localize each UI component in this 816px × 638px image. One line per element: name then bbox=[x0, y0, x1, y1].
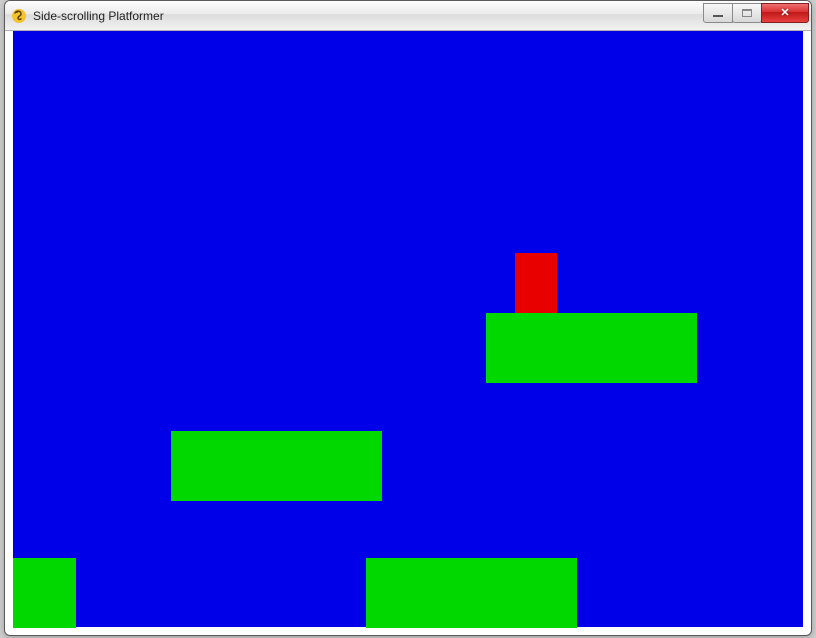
minimize-button[interactable] bbox=[703, 3, 733, 23]
player-sprite bbox=[515, 253, 557, 313]
platform bbox=[13, 558, 76, 628]
close-button[interactable]: ✕ bbox=[761, 3, 809, 23]
minimize-icon bbox=[713, 15, 723, 17]
platform bbox=[486, 313, 697, 383]
window-title: Side-scrolling Platformer bbox=[33, 9, 704, 23]
pygame-snake-icon bbox=[11, 8, 27, 24]
platform bbox=[366, 558, 577, 628]
maximize-icon bbox=[742, 9, 752, 17]
window-controls: ✕ bbox=[704, 3, 809, 23]
maximize-button[interactable] bbox=[732, 3, 762, 23]
close-icon: ✕ bbox=[780, 6, 789, 19]
app-window: Side-scrolling Platformer ✕ bbox=[4, 0, 812, 636]
game-canvas[interactable] bbox=[13, 31, 803, 627]
titlebar[interactable]: Side-scrolling Platformer ✕ bbox=[5, 1, 811, 31]
platform bbox=[171, 431, 382, 501]
